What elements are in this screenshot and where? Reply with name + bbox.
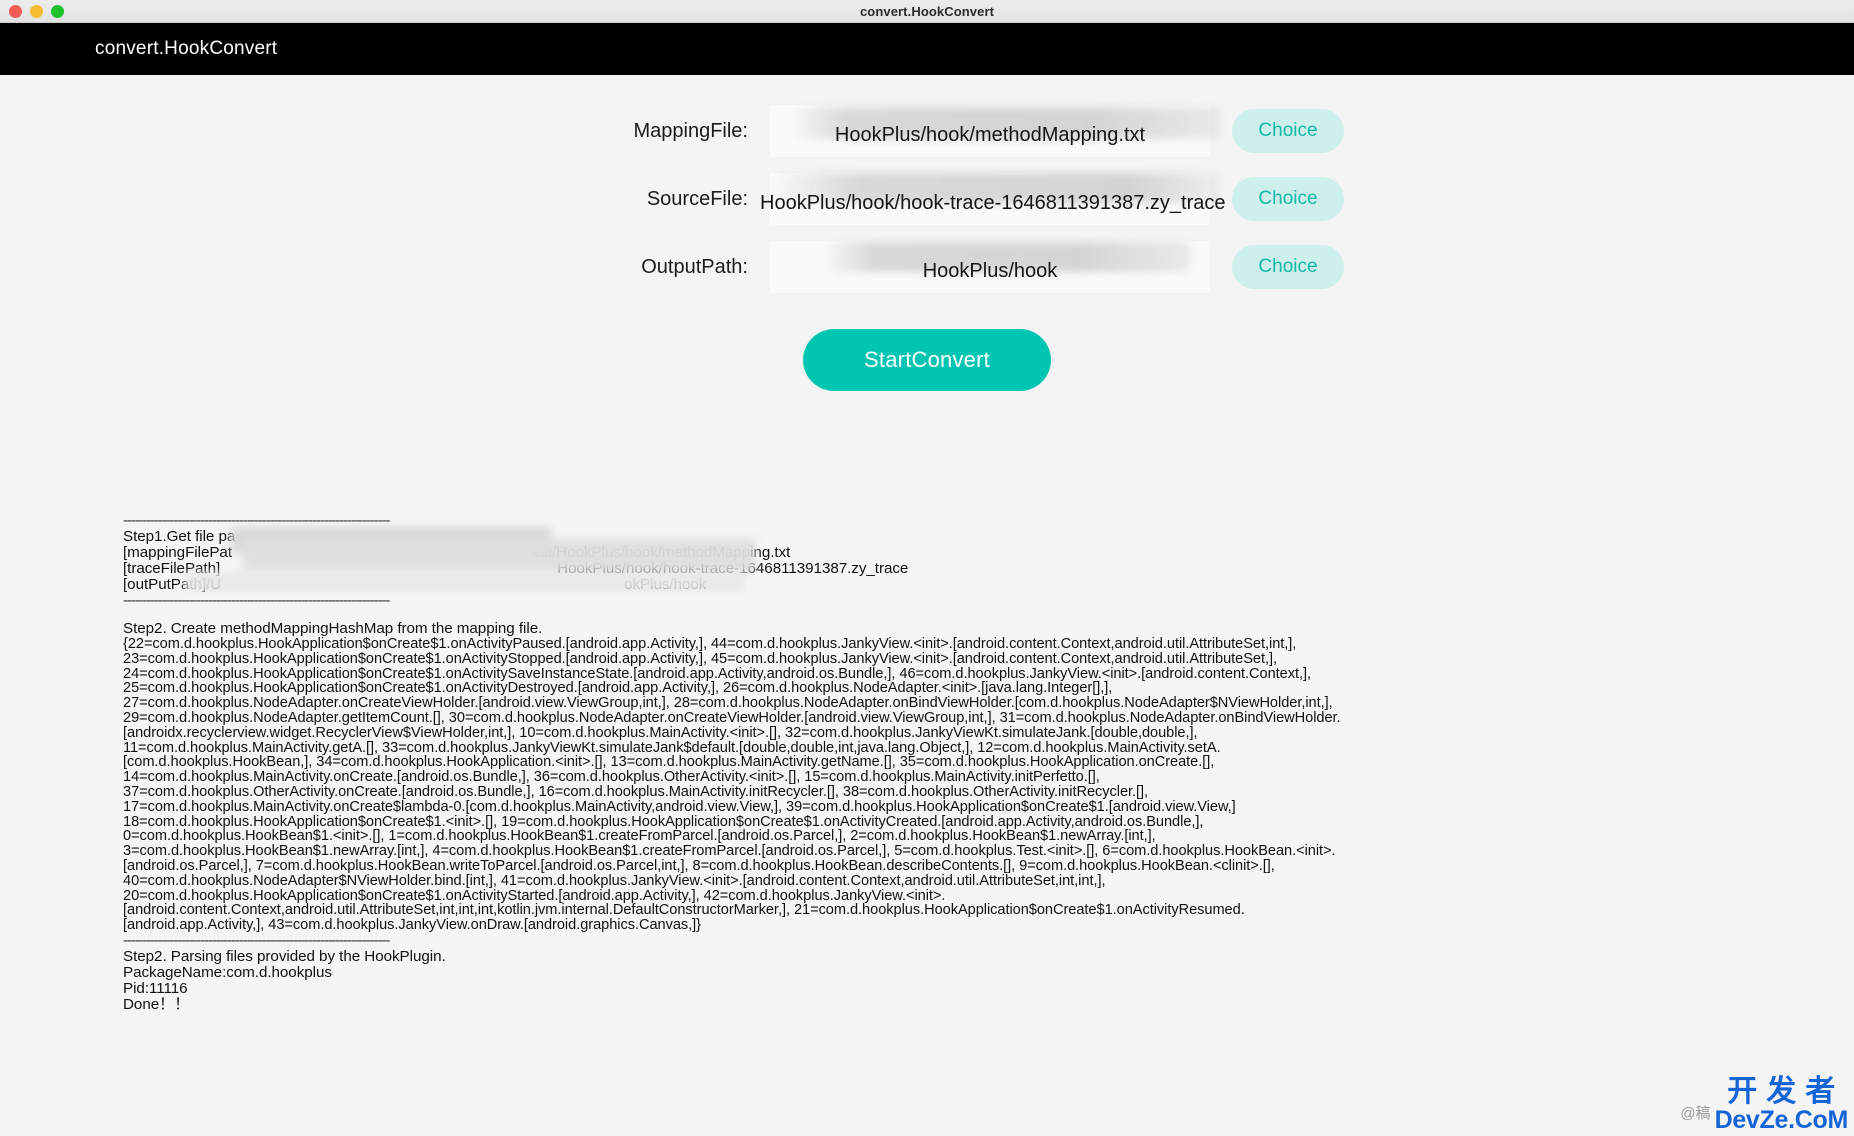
- log-line: [android.content.Context,android.util.At…: [123, 902, 1245, 919]
- log-line: [com.d.hookplus.HookBean,], 34=com.d.hoo…: [123, 754, 1215, 771]
- app-header-title: convert.HookConvert: [95, 38, 278, 59]
- source-file-value: HookPlus/hook/hook-trace-1646811391387.z…: [760, 192, 1226, 214]
- log-line: 17=com.d.hookplus.MainActivity.onCreate$…: [123, 798, 1236, 815]
- log-mapping-tail: ect/HookPlus/hook/methodMapping.txt: [532, 544, 791, 561]
- log-line: 29=com.d.hookplus.NodeAdapter.getItemCou…: [123, 709, 1341, 726]
- log-output-key: [outPutPath]/U: [123, 576, 222, 593]
- start-convert-button[interactable]: StartConvert: [803, 329, 1051, 391]
- log-line-step1: Step1.Get file pa: [123, 528, 236, 545]
- source-file-input[interactable]: HookPlus/hook/hook-trace-1646811391387.z…: [760, 173, 1226, 225]
- form-row-output-path: OutputPath: HookPlus/hook Choice: [0, 233, 1854, 301]
- log-line: 11=com.d.hookplus.MainActivity.getA.[], …: [123, 739, 1221, 756]
- close-window-icon[interactable]: [9, 4, 22, 18]
- log-line: 14=com.d.hookplus.MainActivity.onCreate.…: [123, 769, 1100, 786]
- log-mapping-dump: {22=com.d.hookplus.HookApplication$onCre…: [123, 637, 1735, 933]
- log-mapping-key: [mappingFilePat: [123, 544, 232, 561]
- log-header-block: ----------------------------------------…: [123, 513, 1735, 609]
- log-output-panel[interactable]: ----------------------------------------…: [115, 507, 1735, 1012]
- log-line: 0=com.d.hookplus.HookBean$1.<init>.[], 1…: [123, 828, 1156, 845]
- app-header: convert.HookConvert: [0, 23, 1854, 75]
- log-line: 27=com.d.hookplus.NodeAdapter.onCreateVi…: [123, 695, 1333, 712]
- log-line: 3=com.d.hookplus.HookBean$1.newArray.[in…: [123, 843, 1336, 860]
- watermark-logo: 开发者 DevZe.CoM: [1714, 1074, 1849, 1134]
- source-file-choice-button[interactable]: Choice: [1232, 177, 1344, 221]
- watermark: @稿 开发者 DevZe.CoM: [1680, 1077, 1848, 1133]
- output-path-value: HookPlus/hook: [922, 260, 1058, 282]
- log-line: {22=com.d.hookplus.HookApplication$onCre…: [123, 636, 1297, 652]
- log-trace-key: [traceFilePath]: [123, 560, 221, 577]
- minimize-window-icon[interactable]: [30, 4, 43, 18]
- mapping-file-input[interactable]: HookPlus/hook/methodMapping.txt: [770, 105, 1220, 157]
- log-line: 23=com.d.hookplus.HookApplication$onCrea…: [123, 650, 1278, 667]
- log-line: 18=com.d.hookplus.HookApplication$onCrea…: [123, 813, 1204, 830]
- log-line: [android.app.Activity,], 43=com.d.hookpl…: [123, 917, 701, 934]
- log-line-done: Done！！: [123, 995, 190, 1012]
- mapping-file-value: HookPlus/hook/methodMapping.txt: [834, 124, 1146, 146]
- file-path-form: MappingFile: HookPlus/hook/methodMapping…: [0, 75, 1854, 391]
- traffic-lights: [9, 0, 64, 22]
- log-line-output-path: [outPutPath]/U okPlus/hook: [123, 577, 1735, 593]
- app-window: convert.HookConvert convert.HookConvert …: [0, 0, 1854, 1136]
- mapping-file-label: MappingFile:: [633, 119, 748, 142]
- log-line: 40=com.d.hookplus.NodeAdapter$NViewHolde…: [123, 872, 1106, 889]
- watermark-domain-text: DevZe.CoM: [1714, 1106, 1849, 1134]
- window-titlebar: convert.HookConvert: [0, 0, 1854, 23]
- log-line: 25=com.d.hookplus.HookApplication$onCrea…: [123, 680, 1113, 697]
- log-line: Pid:11116: [123, 979, 188, 997]
- log-line: Step2. Parsing files provided by the Hoo…: [123, 947, 446, 965]
- log-line: [android.os.Parcel,], 7=com.d.hookplus.H…: [123, 857, 1275, 874]
- log-trace-tail: HookPlus/hook/hook-trace-1646811391387.z…: [557, 560, 909, 577]
- log-rule: ----------------------------------------…: [123, 512, 390, 529]
- output-path-input[interactable]: HookPlus/hook: [770, 241, 1210, 293]
- log-line: 37=com.d.hookplus.OtherActivity.onCreate…: [123, 783, 1149, 800]
- source-file-label: SourceFile:: [646, 187, 748, 210]
- log-tail-block: Step2. Parsing files provided by the Hoo…: [123, 947, 1735, 1012]
- mapping-file-choice-button[interactable]: Choice: [1232, 109, 1344, 153]
- log-rule-bottom: ----------------------------------------…: [123, 931, 390, 949]
- form-row-mapping-file: MappingFile: HookPlus/hook/methodMapping…: [0, 97, 1854, 165]
- main-content: MappingFile: HookPlus/hook/methodMapping…: [0, 75, 1854, 1136]
- output-path-label: OutputPath:: [641, 255, 748, 278]
- form-row-source-file: SourceFile: HookPlus/hook/hook-trace-164…: [0, 165, 1854, 233]
- log-line-trace-path: [traceFilePath] HookPlus/hook/hook-trace-…: [123, 561, 1735, 577]
- watermark-author: @稿: [1680, 1105, 1711, 1122]
- log-line: PackageName:com.d.hookplus: [123, 963, 332, 981]
- log-output-tail: okPlus/hook: [624, 576, 707, 593]
- log-rule: ----------------------------------------…: [123, 592, 390, 609]
- log-line: 20=com.d.hookplus.HookApplication$onCrea…: [123, 887, 946, 904]
- log-line-mapping-path: [mappingFilePat ect/HookPlus/hook/methodM…: [123, 545, 1735, 561]
- watermark-chinese-text: 开发者: [1727, 1074, 1845, 1109]
- output-path-choice-button[interactable]: Choice: [1232, 245, 1344, 289]
- log-line: 24=com.d.hookplus.HookApplication$onCrea…: [123, 665, 1311, 682]
- start-convert-row: StartConvert: [0, 329, 1854, 391]
- log-line: [androidx.recyclerview.widget.RecyclerVi…: [123, 724, 1198, 741]
- maximize-window-icon[interactable]: [51, 4, 64, 18]
- log-step2-title: Step2. Create methodMappingHashMap from …: [123, 620, 543, 637]
- window-title: convert.HookConvert: [859, 3, 995, 19]
